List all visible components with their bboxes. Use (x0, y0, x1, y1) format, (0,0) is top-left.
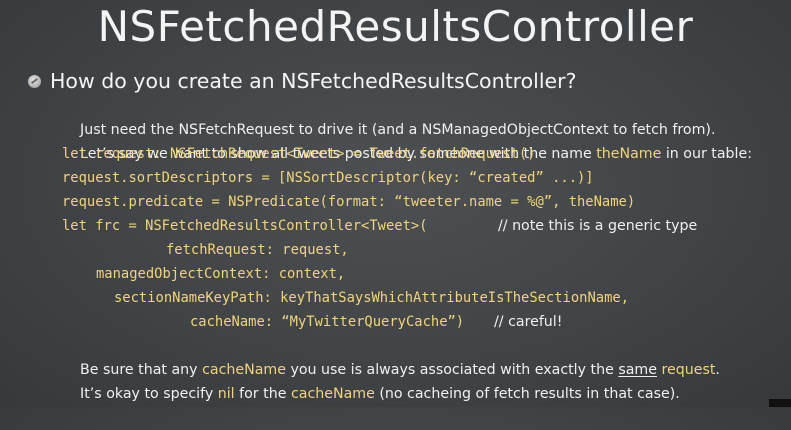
code-line-2: request.sortDescriptors = [NSSortDescrip… (62, 170, 594, 186)
text-line-4-part-c: for the (234, 386, 291, 402)
text-line-4-part-a: It’s okay to specify (80, 386, 218, 402)
text-line-2-code-thename: theName (596, 146, 662, 162)
corner-scrollbar-thumb[interactable] (769, 399, 791, 407)
text-line-3-part-g: . (715, 362, 720, 378)
bullet-disc-icon (28, 74, 41, 88)
code-line-1: let request: NSFetchRequest<Tweet> = Twe… (62, 146, 536, 162)
code-line-6: managedObjectContext: context, (96, 266, 346, 282)
code-line-3: request.predicate = NSPredicate(format: … (62, 194, 636, 210)
code-line-4-comment: // note this is a generic type (498, 218, 698, 234)
code-line-8-comment: // careful! (494, 314, 563, 330)
text-line-1: Just need the NSFetchRequest to drive it… (62, 94, 715, 138)
text-line-4-code-nil: nil (217, 386, 235, 402)
code-line-8: cacheName: “MyTwitterQueryCache”) (190, 314, 465, 330)
code-line-4: let frc = NSFetchedResultsController<Twe… (62, 218, 428, 234)
bullet-text: How do you create an NSFetchedResultsCon… (50, 69, 577, 93)
text-line-2-part-c: in our table: (661, 146, 753, 162)
code-line-7: sectionNameKeyPath: keyThatSaysWhichAttr… (114, 290, 629, 306)
slide: NSFetchedResultsController How do you cr… (0, 0, 791, 407)
text-line-4-code-cachename: cacheName (290, 386, 375, 402)
slide-title: NSFetchedResultsController (97, 2, 694, 51)
text-line-2: Let’s say we want to show all tweets pos… (62, 118, 752, 162)
text-line-4: It’s okay to specify nil for the cacheNa… (62, 358, 680, 402)
code-line-5: fetchRequest: request, (166, 242, 349, 258)
text-line-4-part-e: (no cacheing of fetch results in that ca… (374, 386, 680, 402)
bullet-heading: How do you create an NSFetchedResultsCon… (28, 66, 576, 96)
text-line-3: Be sure that any cacheName you use is al… (62, 334, 720, 378)
